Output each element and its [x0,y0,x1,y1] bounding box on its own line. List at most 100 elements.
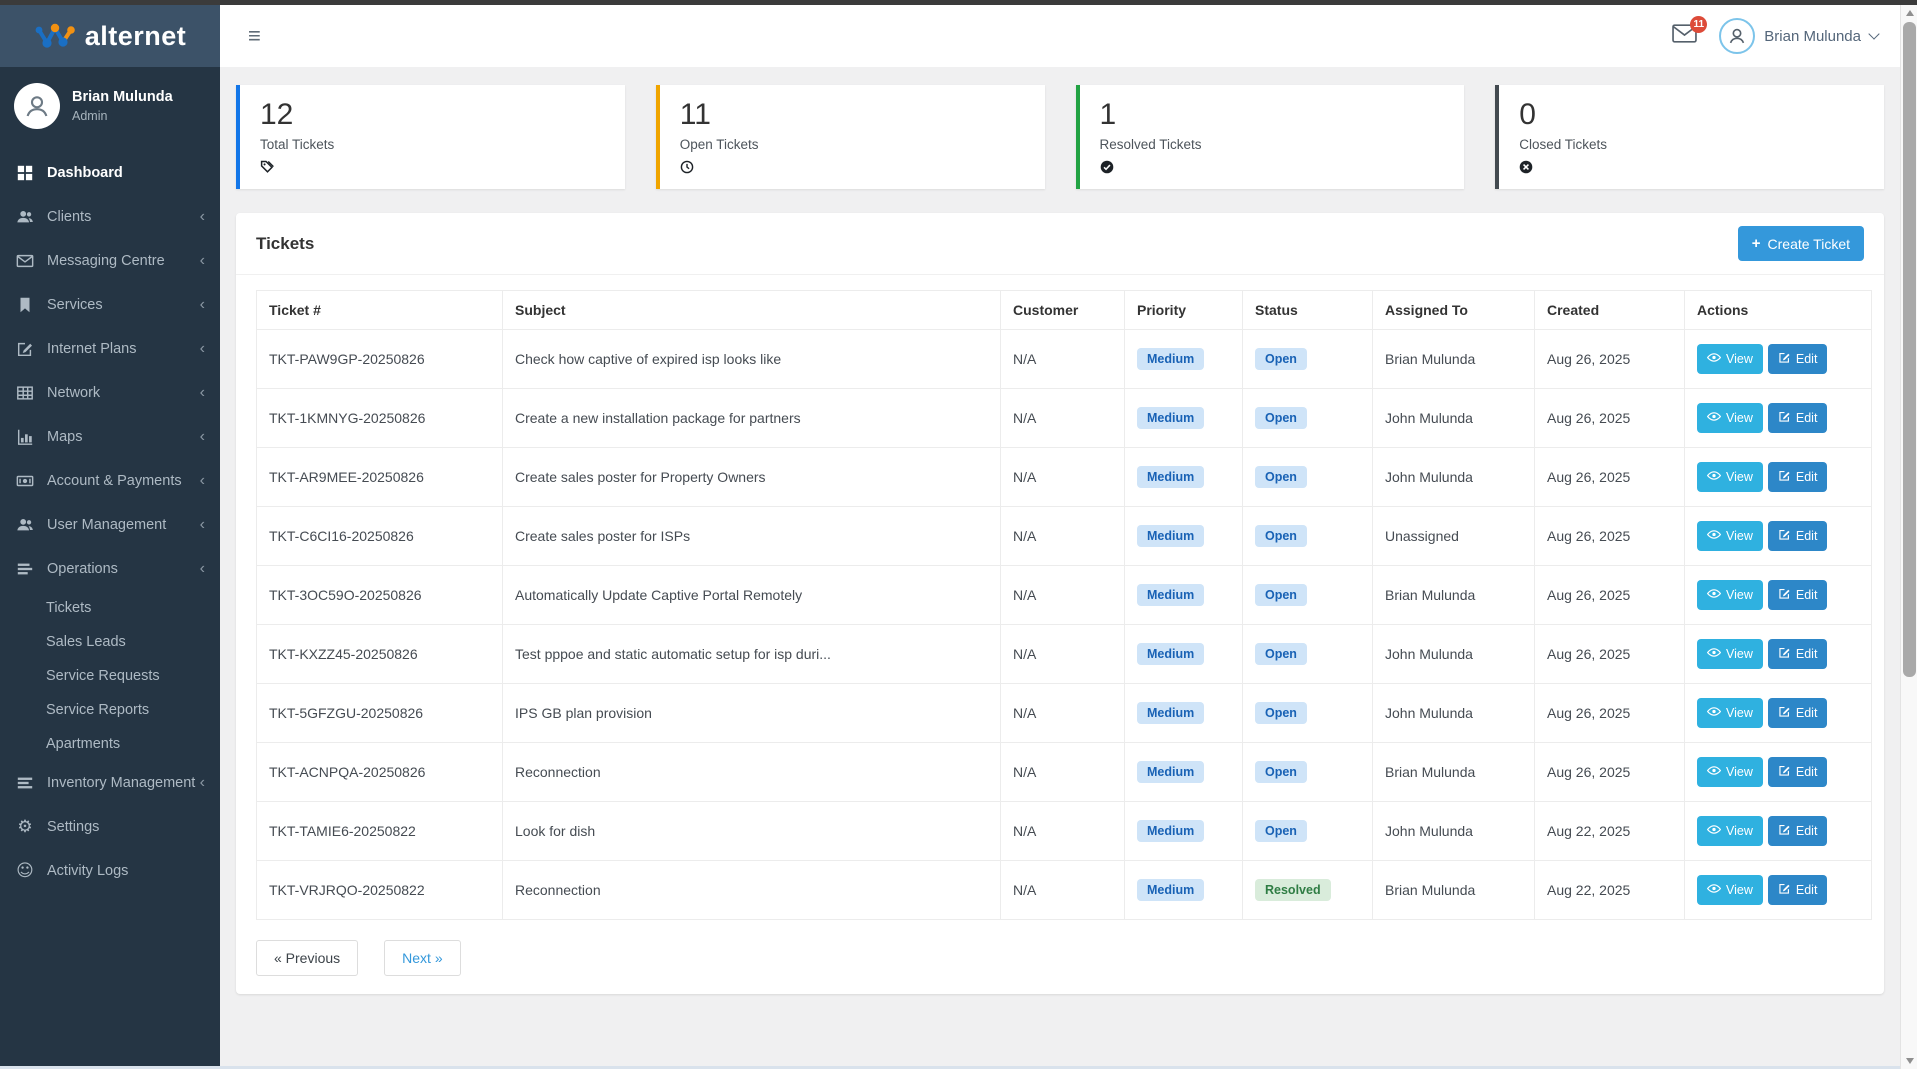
sidebar-item-maps[interactable]: Maps‹ [0,415,220,459]
pencil-square-icon [1778,823,1791,839]
view-button[interactable]: View [1697,639,1763,669]
stat-label: Closed Tickets [1519,137,1864,152]
stat-card-resolved-tickets: 1Resolved Tickets [1076,85,1465,189]
scroll-down-arrow[interactable] [1901,1053,1917,1069]
chevron-left-icon: ‹ [200,429,205,445]
sidebar-item-internet-plans[interactable]: Internet Plans‹ [0,327,220,371]
edit-button[interactable]: Edit [1768,757,1828,787]
actions-cell-wrap: ViewEdit [1685,507,1872,566]
sidebar-subitem-sales-leads[interactable]: Sales Leads [0,625,220,659]
subject-cell: IPS GB plan provision [503,684,1001,743]
topbar-right: 11 Brian Mulunda [1672,18,1878,54]
priority-badge: Medium [1137,466,1204,488]
stat-label: Resolved Tickets [1100,137,1445,152]
edit-button[interactable]: Edit [1768,580,1828,610]
eye-icon [1707,529,1721,543]
edit-button[interactable]: Edit [1768,403,1828,433]
view-button[interactable]: View [1697,344,1763,374]
sidebar-subitem-service-reports[interactable]: Service Reports [0,693,220,727]
network-icon [15,383,35,403]
view-button[interactable]: View [1697,462,1763,492]
priority-cell: Medium [1125,566,1243,625]
view-button[interactable]: View [1697,816,1763,846]
actions-cell-wrap: ViewEdit [1685,743,1872,802]
status-cell: Open [1243,507,1373,566]
edit-button[interactable]: Edit [1768,816,1828,846]
view-button[interactable]: View [1697,875,1763,905]
priority-badge: Medium [1137,525,1204,547]
table-row: TKT-3OC59O-20250826Automatically Update … [257,566,1872,625]
created-cell: Aug 26, 2025 [1535,566,1685,625]
previous-page-button[interactable]: « Previous [256,940,358,976]
view-button[interactable]: View [1697,580,1763,610]
messages-button[interactable]: 11 [1672,24,1697,48]
sidebar-item-dashboard[interactable]: Dashboard [0,151,220,195]
pencil-square-icon [1778,646,1791,662]
priority-cell: Medium [1125,507,1243,566]
actions-cell-wrap: ViewEdit [1685,684,1872,743]
create-ticket-button[interactable]: + Create Ticket [1738,226,1864,261]
scrollbar-thumb[interactable] [1903,22,1916,677]
inventory-icon [15,773,35,793]
actions-cell-wrap: ViewEdit [1685,802,1872,861]
subject-cell: Check how captive of expired isp looks l… [503,330,1001,389]
sidebar-item-user-management[interactable]: User Management‹ [0,503,220,547]
priority-cell: Medium [1125,802,1243,861]
edit-button[interactable]: Edit [1768,639,1828,669]
brand-logo[interactable]: alternet [0,5,220,67]
priority-badge: Medium [1137,584,1204,606]
sidebar-item-activity-logs[interactable]: ☺Activity Logs [0,849,220,893]
sidebar-toggle-icon[interactable]: ≡ [242,19,267,53]
sidebar-item-inventory-management[interactable]: Inventory Management‹ [0,761,220,805]
assigned-to-cell: John Mulunda [1373,625,1535,684]
scroll-up-arrow[interactable] [1901,5,1917,21]
priority-cell: Medium [1125,330,1243,389]
chevron-left-icon: ‹ [200,561,205,577]
pencil-square-icon [1778,469,1791,485]
sidebar-item-operations[interactable]: Operations‹ [0,547,220,591]
actions-cell-wrap: ViewEdit [1685,448,1872,507]
sidebar-subitem-tickets[interactable]: Tickets [0,591,220,625]
payments-icon [15,471,35,491]
created-cell: Aug 22, 2025 [1535,861,1685,920]
status-badge: Open [1255,348,1307,370]
view-button[interactable]: View [1697,403,1763,433]
view-button[interactable]: View [1697,521,1763,551]
sidebar-item-services[interactable]: Services‹ [0,283,220,327]
user-menu[interactable]: Brian Mulunda [1719,18,1878,54]
created-cell: Aug 26, 2025 [1535,684,1685,743]
edit-button[interactable]: Edit [1768,344,1828,374]
column-header-subject: Subject [503,291,1001,330]
edit-button[interactable]: Edit [1768,875,1828,905]
sidebar-item-network[interactable]: Network‹ [0,371,220,415]
edit-button[interactable]: Edit [1768,521,1828,551]
subject-cell: Look for dish [503,802,1001,861]
sidebar-item-account-payments[interactable]: Account & Payments‹ [0,459,220,503]
sidebar-item-messaging-centre[interactable]: Messaging Centre‹ [0,239,220,283]
sidebar-item-label: Internet Plans [47,341,200,357]
sidebar-user-role: Admin [72,109,173,123]
table-row: TKT-TAMIE6-20250822Look for dishN/AMediu… [257,802,1872,861]
edit-button[interactable]: Edit [1768,698,1828,728]
sidebar-item-clients[interactable]: Clients‹ [0,195,220,239]
sidebar-subitem-apartments[interactable]: Apartments [0,727,220,761]
sidebar-nav: DashboardClients‹Messaging Centre‹Servic… [0,151,220,893]
chevron-down-icon [1868,28,1879,39]
sidebar-item-label: Services [47,297,200,313]
sidebar-subitem-service-requests[interactable]: Service Requests [0,659,220,693]
stat-value: 12 [260,98,605,132]
stat-label: Total Tickets [260,137,605,152]
customer-cell: N/A [1001,507,1125,566]
priority-cell: Medium [1125,625,1243,684]
vertical-scrollbar[interactable] [1900,5,1917,1069]
actions-cell-wrap: ViewEdit [1685,566,1872,625]
view-button[interactable]: View [1697,757,1763,787]
view-button[interactable]: View [1697,698,1763,728]
sidebar-item-settings[interactable]: ⚙Settings [0,805,220,849]
operations-icon [15,559,35,579]
edit-button[interactable]: Edit [1768,462,1828,492]
subject-cell: Automatically Update Captive Portal Remo… [503,566,1001,625]
status-cell: Open [1243,566,1373,625]
services-icon [15,295,35,315]
next-page-button[interactable]: Next » [384,940,460,976]
